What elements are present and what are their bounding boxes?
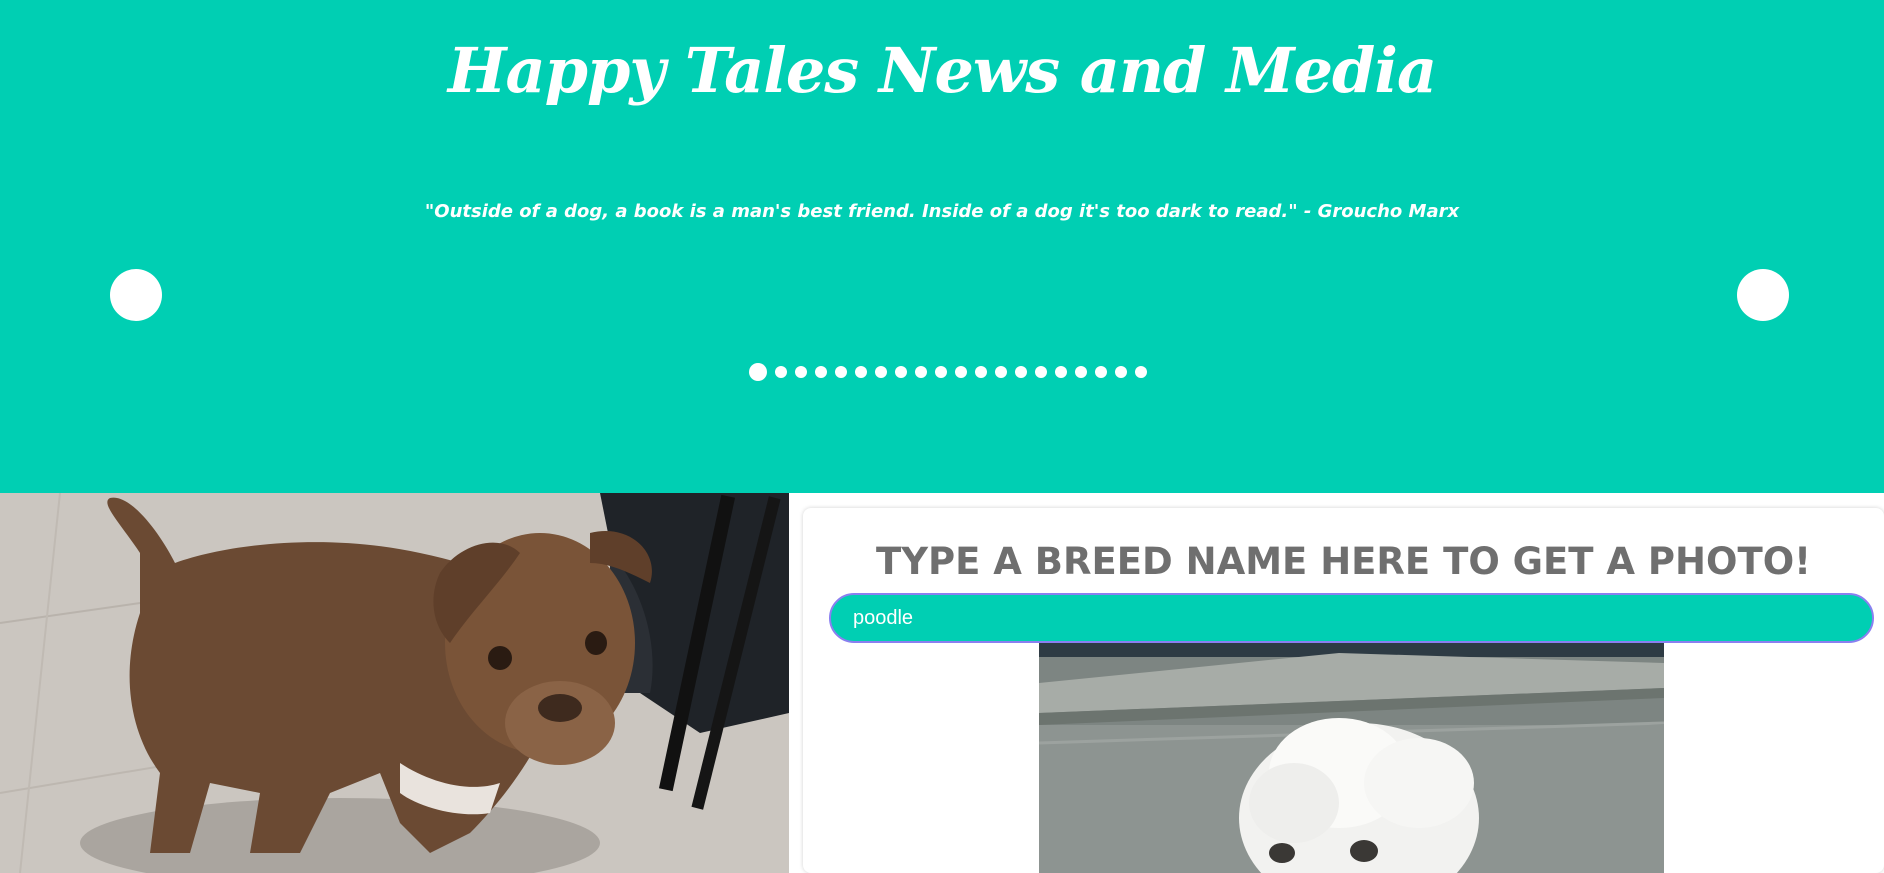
carousel-next-button[interactable] bbox=[1737, 269, 1789, 321]
carousel-dot[interactable] bbox=[815, 366, 827, 378]
breed-search-heading: TYPE A BREED NAME HERE TO GET A PHOTO! bbox=[875, 540, 1812, 583]
carousel-dot[interactable] bbox=[935, 366, 947, 378]
carousel-dot[interactable] bbox=[855, 366, 867, 378]
carousel-dot[interactable] bbox=[1035, 366, 1047, 378]
carousel-dot[interactable] bbox=[775, 366, 787, 378]
carousel-dot[interactable] bbox=[915, 366, 927, 378]
breed-search-input[interactable] bbox=[829, 593, 1874, 643]
hero-banner: Happy Tales News and Media "Outside of a… bbox=[0, 0, 1884, 493]
breed-search-card: TYPE A BREED NAME HERE TO GET A PHOTO! bbox=[803, 508, 1884, 873]
carousel-dot[interactable] bbox=[895, 366, 907, 378]
carousel-dot[interactable] bbox=[1075, 366, 1087, 378]
carousel-dot[interactable] bbox=[1055, 366, 1067, 378]
puppy-photo bbox=[0, 493, 789, 873]
carousel-dot[interactable] bbox=[955, 366, 967, 378]
carousel-dot[interactable] bbox=[1135, 366, 1147, 378]
carousel-dot[interactable] bbox=[995, 366, 1007, 378]
carousel-dot[interactable] bbox=[749, 363, 767, 381]
carousel-dot[interactable] bbox=[875, 366, 887, 378]
quote-text: "Outside of a dog, a book is a man's bes… bbox=[424, 201, 1460, 222]
carousel-dot[interactable] bbox=[1095, 366, 1107, 378]
carousel-dot[interactable] bbox=[1015, 366, 1027, 378]
carousel-prev-button[interactable] bbox=[110, 269, 162, 321]
carousel-dot[interactable] bbox=[975, 366, 987, 378]
carousel-dot[interactable] bbox=[1115, 366, 1127, 378]
carousel-dots bbox=[749, 362, 1155, 382]
carousel-dot[interactable] bbox=[835, 366, 847, 378]
poodle-photo bbox=[1039, 643, 1664, 873]
site-title: Happy Tales News and Media bbox=[447, 34, 1437, 107]
carousel-dot[interactable] bbox=[795, 366, 807, 378]
